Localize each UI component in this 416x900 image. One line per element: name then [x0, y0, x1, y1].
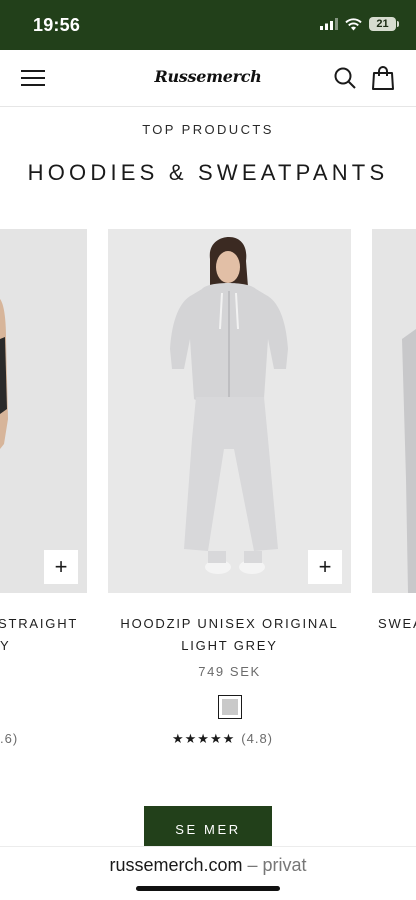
product-price-hoodzip: 749 SEK	[198, 664, 261, 679]
product-title-hoodzip-line2[interactable]: LIGHT GREY	[108, 635, 351, 657]
browser-url[interactable]: russemerch.com – privat	[0, 855, 416, 876]
color-swatch-light-grey[interactable]	[218, 695, 242, 719]
brand-logo[interactable]: Russemerch	[154, 67, 261, 86]
model-photo-right	[372, 229, 416, 593]
product-image-right[interactable]	[372, 229, 416, 593]
product-title-left-line2[interactable]: Y	[0, 635, 10, 657]
home-indicator[interactable]	[136, 886, 280, 891]
add-to-cart-button-hoodzip[interactable]: +	[308, 550, 342, 584]
see-more-button[interactable]: SE MER	[144, 806, 272, 846]
search-icon[interactable]	[333, 66, 357, 90]
add-to-cart-button-left[interactable]: +	[44, 550, 78, 584]
site-header: Russemerch	[0, 50, 416, 107]
model-photo-hoodzip	[108, 229, 351, 593]
product-rating-hoodzip: ★★★★★ (4.8)	[172, 731, 273, 747]
cellular-signal-icon	[320, 18, 338, 30]
product-title-right-line1[interactable]: SWEA	[378, 613, 416, 635]
product-image-left[interactable]	[0, 229, 87, 593]
status-icons: 21	[320, 17, 399, 31]
product-rating-left: .6)	[0, 731, 19, 746]
model-photo-left	[0, 229, 87, 593]
status-time: 19:56	[33, 15, 81, 35]
private-mode-label: privat	[262, 855, 307, 875]
star-rating-icon: ★★★★★	[172, 731, 236, 746]
section-title: HOODIES & SWEATPANTS	[27, 160, 389, 185]
product-image-hoodzip[interactable]	[108, 229, 351, 593]
status-bar: 19:56 21	[0, 0, 416, 50]
url-separator: –	[247, 855, 258, 875]
hamburger-menu-icon[interactable]	[21, 67, 46, 89]
rating-value: (4.8)	[241, 731, 274, 746]
url-domain: russemerch.com	[109, 855, 243, 875]
battery-icon: 21	[369, 17, 399, 31]
product-title-left-line1[interactable]: STRAIGHT	[0, 613, 78, 635]
wifi-icon	[345, 17, 362, 30]
section-eyebrow: TOP PRODUCTS	[142, 122, 274, 137]
product-title-hoodzip-line1[interactable]: HOODZIP UNISEX ORIGINAL	[108, 613, 351, 635]
browser-address-bar: russemerch.com – privat	[0, 846, 416, 900]
shopping-bag-icon[interactable]	[371, 65, 395, 91]
